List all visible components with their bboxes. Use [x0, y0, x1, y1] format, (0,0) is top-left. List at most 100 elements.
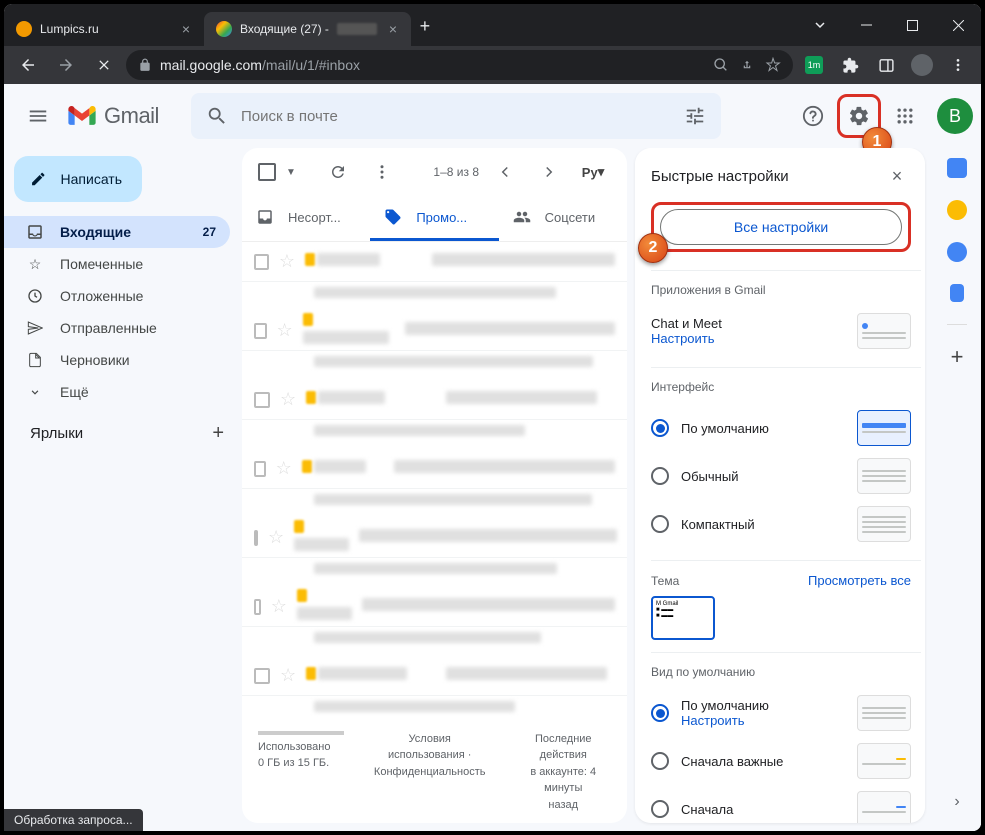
- extension-icon[interactable]: 1m: [799, 50, 829, 80]
- close-button[interactable]: [935, 8, 981, 42]
- collapse-rail-button[interactable]: ›: [954, 793, 959, 811]
- tab-social[interactable]: Соцсети: [499, 196, 627, 241]
- radio-icon[interactable]: [651, 704, 669, 722]
- zoom-icon[interactable]: [713, 57, 729, 73]
- tag-icon: [384, 208, 402, 226]
- tab-primary[interactable]: Несорт...: [242, 196, 370, 241]
- star-icon: ☆: [26, 255, 44, 273]
- select-dropdown-icon[interactable]: ▼: [286, 167, 296, 178]
- star-icon[interactable]: ☆: [280, 665, 296, 686]
- minimize-button[interactable]: [843, 8, 889, 42]
- density-normal-option[interactable]: Обычный: [651, 452, 911, 500]
- mail-checkbox[interactable]: [254, 668, 270, 684]
- sidebar-item-inbox[interactable]: Входящие 27: [4, 216, 230, 248]
- search-box[interactable]: [191, 93, 721, 139]
- tab-promotions[interactable]: Промо...: [370, 196, 498, 241]
- chevron-down-icon[interactable]: [797, 8, 843, 42]
- mail-checkbox[interactable]: [254, 461, 266, 477]
- select-all-checkbox[interactable]: [258, 163, 276, 181]
- radio-icon[interactable]: [651, 800, 669, 818]
- contacts-icon[interactable]: [950, 284, 964, 302]
- radio-icon[interactable]: [651, 467, 669, 485]
- pencil-icon: [30, 169, 47, 189]
- browser-tab-lumpics[interactable]: Lumpics.ru ×: [4, 12, 204, 46]
- tasks-icon[interactable]: [947, 242, 967, 262]
- account-button[interactable]: В: [937, 98, 973, 134]
- star-icon[interactable]: ☆: [279, 251, 295, 272]
- page-next-button[interactable]: [531, 154, 567, 190]
- sidebar-item-more[interactable]: Ещё: [4, 376, 230, 408]
- sidebar-item-sent[interactable]: Отправленные: [4, 312, 230, 344]
- calendar-icon[interactable]: [947, 158, 967, 178]
- chat-meet-configure-link[interactable]: Настроить: [651, 331, 722, 346]
- sidebar: Написать Входящие 27 ☆Помеченные Отложен…: [4, 148, 242, 831]
- view-all-themes-link[interactable]: Просмотреть все: [808, 573, 911, 588]
- density-default-option[interactable]: По умолчанию: [651, 404, 911, 452]
- density-compact-option[interactable]: Компактный: [651, 500, 911, 548]
- refresh-button[interactable]: [320, 154, 356, 190]
- search-options-button[interactable]: [675, 96, 715, 136]
- sidebar-item-drafts[interactable]: Черновики: [4, 344, 230, 376]
- browser-menu-button[interactable]: [943, 50, 973, 80]
- stop-button[interactable]: [88, 49, 120, 81]
- apps-button[interactable]: [885, 96, 925, 136]
- add-addon-button[interactable]: +: [947, 347, 967, 367]
- sidepanel-icon[interactable]: [871, 50, 901, 80]
- mail-row[interactable]: ☆: [242, 587, 627, 627]
- mail-checkbox[interactable]: [254, 599, 261, 615]
- profile-avatar[interactable]: [907, 50, 937, 80]
- theme-thumbnail[interactable]: M Gmail■ ▬▬■ ▬▬: [651, 596, 715, 640]
- radio-icon[interactable]: [651, 419, 669, 437]
- star-icon[interactable]: ☆: [276, 458, 292, 479]
- mail-checkbox[interactable]: [254, 254, 269, 270]
- nav-label: Ещё: [60, 384, 89, 400]
- close-icon[interactable]: ×: [385, 21, 401, 37]
- radio-icon[interactable]: [651, 515, 669, 533]
- search-input[interactable]: [241, 108, 671, 125]
- star-icon[interactable]: [765, 57, 781, 73]
- view-starred-option[interactable]: Сначала: [651, 785, 911, 823]
- chat-meet-label: Chat и Meet: [651, 316, 722, 331]
- gmail-logo[interactable]: Gmail: [68, 103, 159, 129]
- share-icon[interactable]: [739, 57, 755, 73]
- view-configure-link[interactable]: Настроить: [681, 713, 769, 728]
- search-icon[interactable]: [197, 96, 237, 136]
- mail-checkbox[interactable]: [254, 530, 258, 546]
- compose-button[interactable]: Написать: [14, 156, 142, 202]
- star-icon[interactable]: ☆: [271, 596, 287, 617]
- help-button[interactable]: [793, 96, 833, 136]
- mail-row[interactable]: ☆: [242, 311, 627, 351]
- page-prev-button[interactable]: [487, 154, 523, 190]
- mail-row[interactable]: ☆: [242, 656, 627, 696]
- close-panel-button[interactable]: ×: [881, 160, 913, 192]
- sidebar-item-starred[interactable]: ☆Помеченные: [4, 248, 230, 280]
- radio-icon[interactable]: [651, 752, 669, 770]
- maximize-button[interactable]: [889, 8, 935, 42]
- star-icon[interactable]: ☆: [277, 320, 293, 341]
- forward-button[interactable]: [50, 49, 82, 81]
- new-tab-button[interactable]: +: [411, 12, 439, 40]
- star-icon[interactable]: ☆: [280, 389, 296, 410]
- input-tools-button[interactable]: Ру ▾: [575, 154, 611, 190]
- mail-checkbox[interactable]: [254, 392, 270, 408]
- mail-checkbox[interactable]: [254, 323, 267, 339]
- mail-row[interactable]: ☆: [242, 449, 627, 489]
- keep-icon[interactable]: [947, 200, 967, 220]
- extensions-icon[interactable]: [835, 50, 865, 80]
- star-icon[interactable]: ☆: [268, 527, 284, 548]
- mail-row[interactable]: ☆: [242, 380, 627, 420]
- close-icon[interactable]: ×: [178, 21, 194, 37]
- back-button[interactable]: [12, 49, 44, 81]
- browser-tab-gmail[interactable]: Входящие (27) - ×: [204, 12, 411, 46]
- all-settings-button[interactable]: Все настройки: [660, 209, 902, 245]
- view-default-option[interactable]: По умолчаниюНастроить: [651, 689, 911, 737]
- mail-row[interactable]: ☆: [242, 518, 627, 558]
- url-input[interactable]: mail.google.com/mail/u/1/#inbox: [126, 50, 793, 80]
- add-label-button[interactable]: +: [212, 422, 224, 445]
- view-important-option[interactable]: Сначала важные: [651, 737, 911, 785]
- mail-row[interactable]: ☆: [242, 242, 627, 282]
- sidebar-item-snoozed[interactable]: Отложенные: [4, 280, 230, 312]
- main-menu-button[interactable]: [16, 94, 60, 138]
- view-preview: [857, 743, 911, 779]
- more-button[interactable]: [364, 154, 400, 190]
